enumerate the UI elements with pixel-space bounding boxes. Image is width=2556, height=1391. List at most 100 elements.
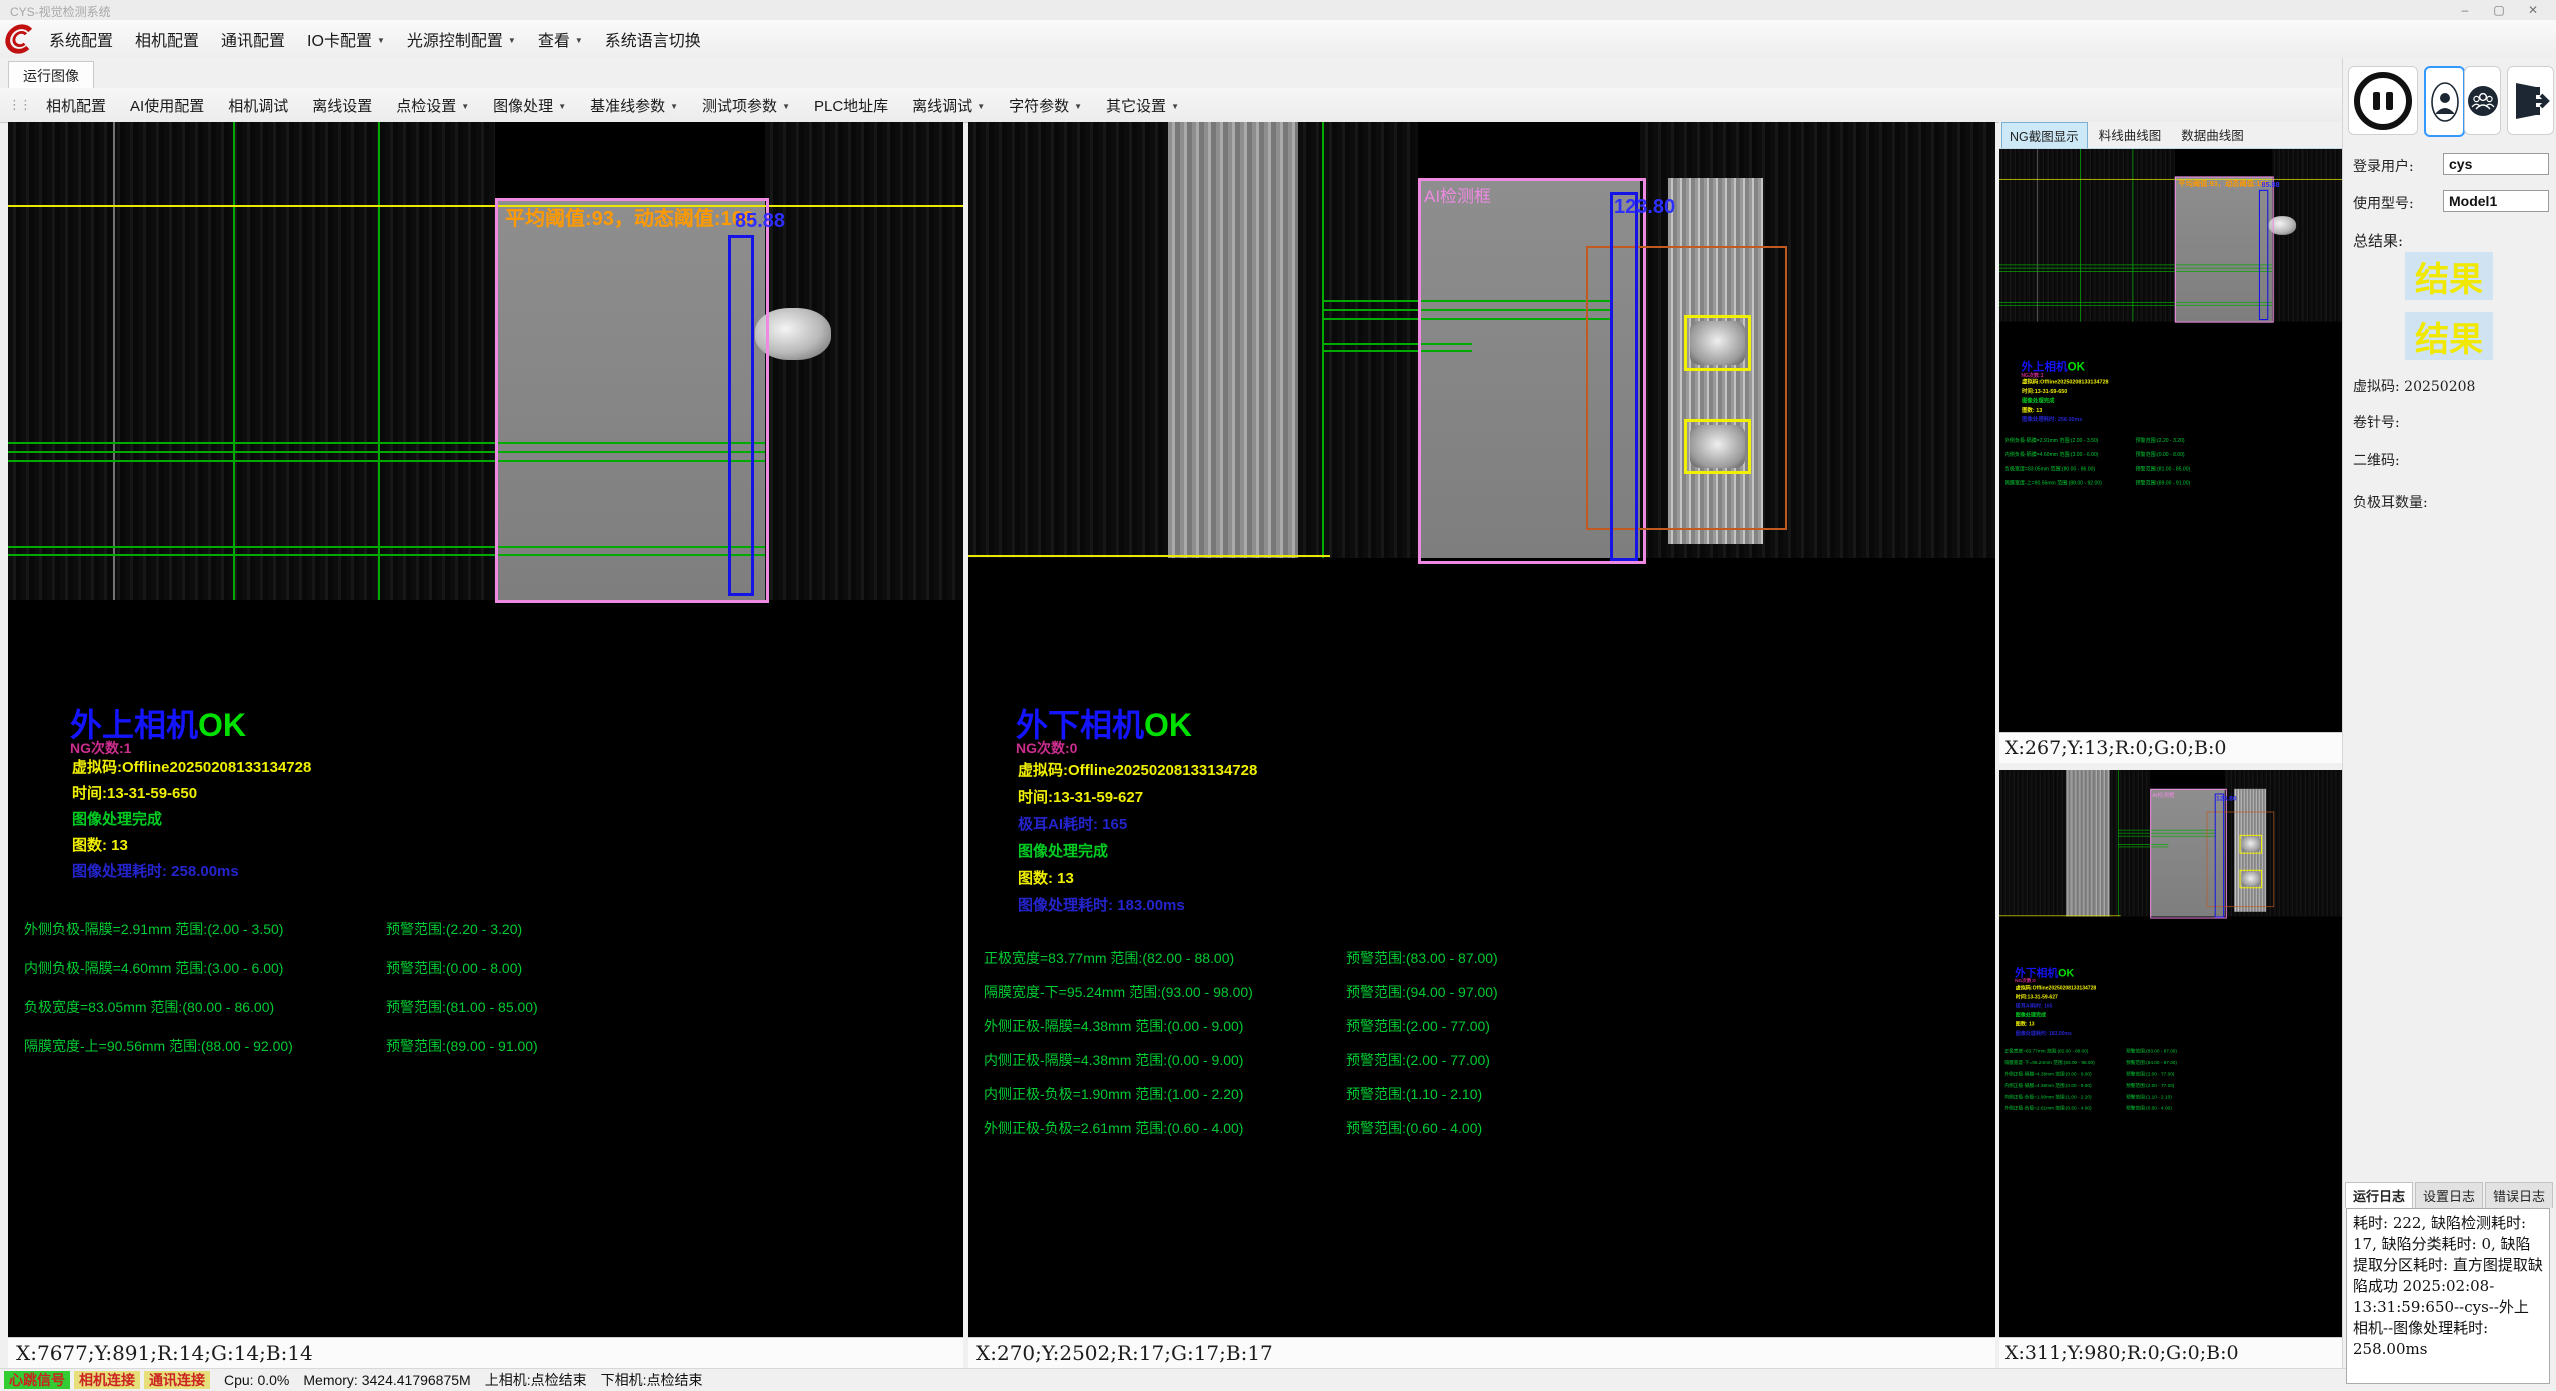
- tab-error-log[interactable]: 错误日志: [2485, 1182, 2553, 1208]
- memory-usage: Memory: 3424.41796875M: [303, 1372, 470, 1388]
- image-texture: [765, 122, 963, 600]
- tool-baseline-params[interactable]: 基准线参数▼: [578, 88, 690, 122]
- minimize-icon[interactable]: –: [2448, 0, 2482, 20]
- upper-camera-view: 平均阈值:93，动态阈值:100 85.88 外上相机OK NG次数:1 虚拟码…: [8, 122, 963, 1337]
- tab-material-line-curve[interactable]: 料线曲线图: [2090, 121, 2171, 148]
- tab-run-image[interactable]: 运行图像: [8, 61, 94, 89]
- measurement-row: 内侧正极-负极=1.90mm 范围:(1.00 - 2.20)预警范围:(1.1…: [1999, 1093, 2344, 1104]
- thumbnail-content: AI检测框 123.80 外下相机OK NG次数:0 虚拟码:Offline20…: [1999, 770, 2344, 1178]
- camera-image: AI检测框 123.80: [1999, 770, 2344, 916]
- measure-box: [728, 235, 754, 596]
- maximize-icon[interactable]: ▢: [2482, 0, 2516, 20]
- comm-connect-badge: 通讯连接: [144, 1371, 210, 1389]
- tool-image-processing[interactable]: 图像处理▼: [481, 88, 578, 122]
- heartbeat-status-badge: 心跳信号: [4, 1371, 70, 1389]
- toolbar-grip-icon[interactable]: ⋮⋮: [8, 97, 30, 113]
- measure-value-text: 85.88: [735, 210, 785, 233]
- user-icon: [2430, 81, 2460, 123]
- ai-box-label: AI检测框: [2152, 790, 2175, 798]
- tool-ai-usage-config[interactable]: AI使用配置: [118, 88, 216, 122]
- baseline: [1322, 122, 1324, 558]
- menu-light-control-config[interactable]: 光源控制配置▼: [396, 20, 527, 58]
- image-texture: [113, 122, 115, 600]
- measurement-row: 隔膜宽度-上=90.56mm 范围:(88.00 - 92.00)预警范围:(8…: [1999, 479, 2344, 493]
- image-texture: [2272, 149, 2343, 322]
- defect-box: [1684, 419, 1751, 474]
- run-log-text[interactable]: 耗时: 222, 缺陷检测耗时: 17, 缺陷分类耗时: 0, 缺陷提取分区耗时…: [2346, 1208, 2550, 1384]
- tab-metal-blob: [1690, 425, 1745, 468]
- measure-value-text: 85.88: [2261, 181, 2279, 189]
- info-line: 虚拟码:Offline20250208133134728: [1018, 759, 1257, 786]
- title-bar: CYS-视觉检测系统 – ▢ ✕: [0, 0, 2556, 21]
- measure-value-text: 123.80: [2216, 795, 2237, 803]
- thumbnail-upper-camera: 平均阈值:93，动态阈值:100 85.88 外上相机OK NG次数:1 虚拟码…: [1999, 149, 2345, 732]
- model-field[interactable]: Model1: [2443, 190, 2549, 212]
- exit-button[interactable]: [2507, 66, 2554, 135]
- menu-language-switch[interactable]: 系统语言切换: [594, 20, 712, 58]
- image-texture: [2066, 770, 2110, 916]
- virtual-code-value: 虚拟码: 20250208: [2353, 376, 2475, 396]
- tab-data-curve[interactable]: 数据曲线图: [2172, 121, 2253, 148]
- baseline: [2133, 149, 2134, 322]
- model-label: 使用型号:: [2353, 193, 2414, 213]
- tool-char-params[interactable]: 字符参数▼: [997, 88, 1094, 122]
- measurement-row: 负极宽度=83.05mm 范围:(80.00 - 86.00)预警范围:(81.…: [8, 997, 963, 1036]
- camera-info-block: 虚拟码:Offline20250208133134728 时间:13-31-59…: [1018, 759, 1257, 921]
- menu-io-card-config[interactable]: IO卡配置▼: [296, 20, 396, 58]
- chevron-down-icon: ▼: [670, 102, 678, 111]
- chevron-down-icon: ▼: [1074, 102, 1082, 111]
- status-bar: 心跳信号 相机连接 通讯连接 Cpu: 0.0% Memory: 3424.41…: [0, 1368, 2346, 1391]
- tool-camera-debug[interactable]: 相机调试: [216, 88, 300, 122]
- chevron-down-icon: ▼: [1171, 102, 1179, 111]
- tool-other-settings[interactable]: 其它设置▼: [1094, 88, 1191, 122]
- menu-system-config[interactable]: 系统配置: [38, 20, 124, 58]
- measurement-row: 外侧正极-负极=2.61mm 范围:(0.60 - 4.00)预警范围:(0.6…: [1999, 1105, 2344, 1116]
- thumbnail-content: 平均阈值:93，动态阈值:100 85.88 外上相机OK NG次数:1 虚拟码…: [1999, 149, 2344, 588]
- tool-offline-debug[interactable]: 离线调试▼: [900, 88, 997, 122]
- pixel-coordinate-bar: X:270;Y:2502;R:17;G:17;B:17: [968, 1337, 1995, 1368]
- close-icon[interactable]: ✕: [2516, 0, 2550, 20]
- measurement-row: 正极宽度=83.77mm 范围:(82.00 - 88.00)预警范围:(83.…: [968, 948, 1995, 982]
- measurement-row: 外侧正极-隔膜=4.38mm 范围:(0.00 - 9.00)预警范围:(2.0…: [968, 1016, 1995, 1050]
- tool-spot-check-setting[interactable]: 点检设置▼: [384, 88, 481, 122]
- menu-camera-config[interactable]: 相机配置: [124, 20, 210, 58]
- info-line: 图数: 13: [2016, 1020, 2096, 1029]
- ng-count: NG次数:1: [70, 738, 131, 758]
- pixel-coordinate-bar: X:267;Y:13;R:0;G:0;B:0: [1999, 732, 2345, 763]
- tab-metal-blob: [1690, 321, 1745, 365]
- tool-plc-address-lib[interactable]: PLC地址库: [802, 88, 900, 122]
- ng-count: NG次数:0: [1016, 738, 1077, 758]
- tab-run-log[interactable]: 运行日志: [2345, 1182, 2413, 1208]
- info-line: 时间:13-31-59-627: [1018, 786, 1257, 813]
- image-texture: [1999, 149, 2175, 322]
- measurement-row: 内侧负极-隔膜=4.60mm 范围:(3.00 - 6.00)预警范围:(0.0…: [1999, 451, 2344, 465]
- image-texture: [1298, 122, 1418, 558]
- pixel-coordinate-bar: X:311;Y:980;R:0;G:0;B:0: [1999, 1337, 2345, 1368]
- result-badge-lower: 结果: [2405, 312, 2493, 360]
- user-button[interactable]: [2424, 66, 2465, 137]
- measurement-row: 外侧负极-隔膜=2.91mm 范围:(2.00 - 3.50)预警范围:(2.2…: [1999, 437, 2344, 451]
- info-line: 图像处理耗时: 258.00ms: [2022, 415, 2108, 424]
- measurement-row: 外侧负极-隔膜=2.91mm 范围:(2.00 - 3.50)预警范围:(2.2…: [8, 919, 963, 958]
- camera-info-block: 虚拟码:Offline20250208133134728 时间:13-31-59…: [2016, 984, 2096, 1038]
- menu-comm-config[interactable]: 通讯配置: [210, 20, 296, 58]
- baseline: [2118, 770, 2119, 916]
- tab-metal-blob: [2242, 837, 2260, 852]
- result-badge-upper: 结果: [2405, 252, 2493, 300]
- app-logo-icon: [4, 22, 38, 56]
- users-group-button[interactable]: [2464, 66, 2501, 135]
- login-user-field[interactable]: cys: [2443, 153, 2549, 175]
- tab-settings-log[interactable]: 设置日志: [2415, 1182, 2483, 1208]
- info-line: 图数: 13: [1018, 867, 1257, 894]
- pause-button[interactable]: [2348, 66, 2418, 135]
- tool-camera-config[interactable]: 相机配置: [34, 88, 118, 122]
- measure-box: [1610, 192, 1638, 561]
- tab-ng-screenshot[interactable]: NG截图显示: [2001, 122, 2088, 148]
- baseline: [233, 122, 235, 600]
- tool-offline-setting[interactable]: 离线设置: [300, 88, 384, 122]
- image-texture: [968, 122, 1168, 558]
- tool-test-item-params[interactable]: 测试项参数▼: [690, 88, 802, 122]
- measure-box: [2215, 794, 2224, 918]
- measurement-row: 内侧负极-隔膜=4.60mm 范围:(3.00 - 6.00)预警范围:(0.0…: [8, 958, 963, 997]
- menu-view[interactable]: 查看▼: [527, 20, 594, 58]
